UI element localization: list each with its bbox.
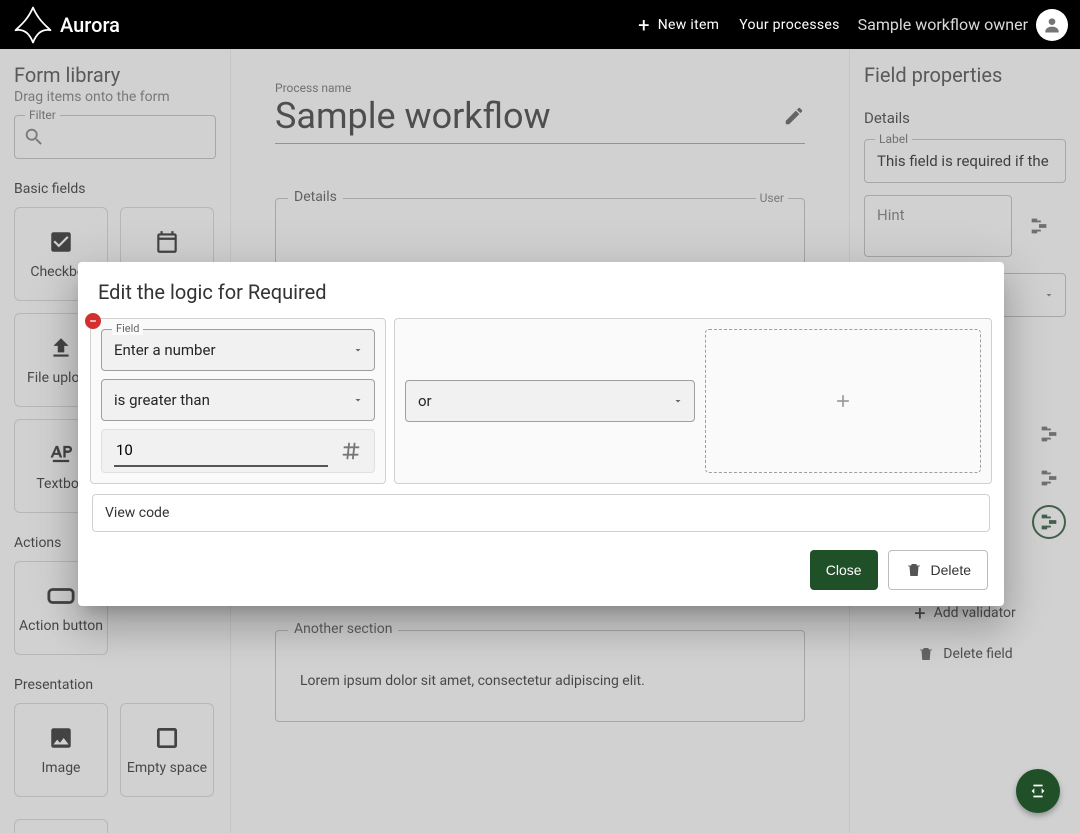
view-code-toggle[interactable]: View code xyxy=(92,494,990,532)
developer-mode-icon xyxy=(1027,780,1049,802)
view-code-label: View code xyxy=(105,505,169,521)
chevron-down-icon xyxy=(672,395,684,407)
minus-icon xyxy=(88,316,98,326)
brand-name: Aurora xyxy=(60,13,120,37)
person-icon xyxy=(1042,15,1062,35)
chevron-down-icon xyxy=(352,394,364,406)
connective-select[interactable]: or xyxy=(405,380,695,422)
add-condition-dropzone[interactable] xyxy=(705,329,981,473)
dialog-title: Edit the logic for Required xyxy=(78,262,1004,318)
operator-select[interactable]: is greater than xyxy=(101,379,375,421)
your-processes-label: Your processes xyxy=(739,17,839,33)
hash-icon xyxy=(340,440,362,462)
user-avatar[interactable] xyxy=(1036,9,1068,41)
value-input[interactable] xyxy=(101,429,375,473)
value-input-field[interactable] xyxy=(114,435,328,467)
new-item-button[interactable]: + New item xyxy=(628,7,729,43)
plus-icon xyxy=(833,391,853,411)
close-button-label: Close xyxy=(826,562,862,578)
delete-button[interactable]: Delete xyxy=(888,550,988,590)
connective-select-value: or xyxy=(418,392,432,410)
operator-select-value: is greater than xyxy=(114,391,210,409)
connective-group: or xyxy=(394,318,992,484)
your-processes-link[interactable]: Your processes xyxy=(729,7,849,43)
close-button[interactable]: Close xyxy=(810,550,878,590)
new-item-label: New item xyxy=(658,17,720,33)
trash-icon xyxy=(905,561,923,579)
dev-fab[interactable] xyxy=(1016,769,1060,813)
delete-button-label: Delete xyxy=(931,562,971,578)
aurora-logo[interactable] xyxy=(12,4,54,46)
app-bar: Aurora + New item Your processes Sample … xyxy=(0,0,1080,49)
plus-icon: + xyxy=(638,15,650,35)
condition-group: Field Enter a number is greater than xyxy=(90,318,386,484)
user-display-name: Sample workflow owner xyxy=(858,15,1028,34)
field-select-value: Enter a number xyxy=(114,341,216,359)
chevron-down-icon xyxy=(352,344,364,356)
field-select-label: Field xyxy=(112,322,143,335)
logic-dialog: Edit the logic for Required Field Enter … xyxy=(78,262,1004,606)
field-select[interactable]: Field Enter a number xyxy=(101,329,375,371)
remove-condition-button[interactable] xyxy=(85,313,101,329)
